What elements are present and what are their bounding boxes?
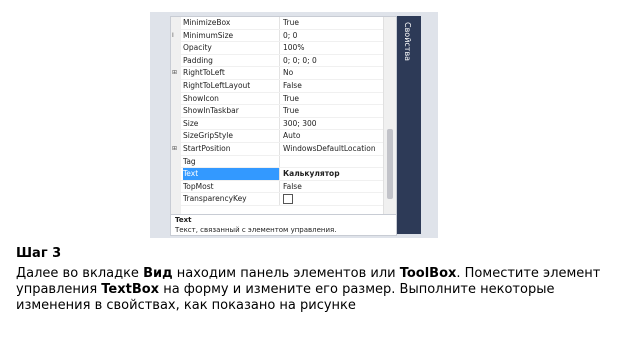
property-row[interactable]: Padding 0; 0; 0; 0 <box>181 54 383 68</box>
property-name: ShowIcon <box>183 92 280 105</box>
property-name: Opacity <box>183 42 280 54</box>
bold-term: TextBox <box>101 282 160 297</box>
side-tab-label: Свойства <box>403 22 412 62</box>
property-name: TransparencyKey <box>183 193 280 205</box>
paragraph-text: Далее во вкладке <box>16 266 144 281</box>
properties-screenshot: I ⊞ ⊞ MinimizeBox True MinimumSize 0; 0 Opacit… <box>150 12 438 238</box>
description-title: Text <box>175 216 192 224</box>
scrollbar-thumb[interactable] <box>387 129 393 199</box>
property-value[interactable] <box>283 156 383 168</box>
property-value[interactable]: True <box>283 105 383 117</box>
property-value[interactable]: 300; 300 <box>283 118 383 130</box>
property-row[interactable]: Tag <box>181 155 383 169</box>
properties-scrollbar[interactable] <box>383 17 396 214</box>
property-value[interactable]: True <box>283 93 383 105</box>
property-row[interactable]: Size 300; 300 <box>181 117 383 131</box>
property-name: Size <box>183 117 280 130</box>
property-row[interactable]: TopMost False <box>181 180 383 194</box>
property-row[interactable]: StartPosition WindowsDefaultLocation <box>181 142 383 156</box>
property-row[interactable]: ShowIcon True <box>181 92 383 106</box>
properties-side-tab[interactable]: Свойства <box>397 16 421 234</box>
property-value[interactable]: 0; 0; 0; 0 <box>283 55 383 67</box>
property-value[interactable] <box>283 193 383 205</box>
property-row[interactable]: ShowInTaskbar True <box>181 105 383 118</box>
property-name: RightToLeft <box>183 67 280 79</box>
property-value[interactable]: WindowsDefaultLocation <box>283 143 383 155</box>
property-value[interactable]: 100% <box>283 42 383 54</box>
expand-icon[interactable]: ⊞ <box>172 69 177 76</box>
property-value[interactable]: True <box>283 17 383 29</box>
properties-grid-panel: I ⊞ ⊞ MinimizeBox True MinimumSize 0; 0 Opacit… <box>170 16 397 236</box>
property-value[interactable]: False <box>283 181 383 193</box>
property-name: RightToLeftLayout <box>183 79 280 92</box>
step-title: Шаг 3 <box>16 246 62 261</box>
description-text: Текст, связанный с элементом управления. <box>175 226 337 234</box>
property-name: Tag <box>183 155 280 168</box>
property-name: Padding <box>183 54 280 67</box>
properties-grid: MinimizeBox True MinimumSize 0; 0 Opacity 100… <box>181 17 383 206</box>
property-value[interactable]: False <box>283 80 383 92</box>
expand-icon[interactable]: ⊞ <box>172 145 177 152</box>
property-row[interactable]: TransparencyKey <box>181 193 383 206</box>
property-name: StartPosition <box>183 142 280 155</box>
color-swatch-icon[interactable] <box>283 194 293 205</box>
property-value[interactable]: Auto <box>283 130 383 142</box>
property-row[interactable]: MinimizeBox True <box>181 17 383 30</box>
property-row[interactable]: RightToLeftLayout False <box>181 79 383 93</box>
property-name: MinimizeBox <box>183 17 280 29</box>
property-row[interactable]: MinimumSize 0; 0 <box>181 29 383 43</box>
property-value[interactable]: 0; 0 <box>283 30 383 42</box>
properties-gutter: I ⊞ ⊞ <box>171 17 181 214</box>
property-value[interactable]: No <box>283 67 383 79</box>
property-name: SizeGripStyle <box>183 130 280 142</box>
property-row[interactable]: SizeGripStyle Auto <box>181 130 383 143</box>
property-name: MinimumSize <box>183 29 280 42</box>
paragraph-text: находим панель элементов или <box>172 266 400 281</box>
cursor-marker-icon: I <box>172 31 174 39</box>
bold-term: ToolBox <box>399 266 457 281</box>
property-description: Text Текст, связанный с элементом управл… <box>171 214 396 235</box>
property-row[interactable]: Text Калькулятор <box>181 168 383 181</box>
instruction-paragraph: Далее во вкладке Вид находим панель элем… <box>16 266 626 314</box>
property-name: Text <box>183 168 280 180</box>
property-row[interactable]: Opacity 100% <box>181 42 383 55</box>
property-name: ShowInTaskbar <box>183 105 280 117</box>
property-row[interactable]: RightToLeft No <box>181 67 383 80</box>
bold-term: Вид <box>143 266 173 281</box>
property-name: TopMost <box>183 180 280 193</box>
property-value[interactable]: Калькулятор <box>283 168 383 180</box>
